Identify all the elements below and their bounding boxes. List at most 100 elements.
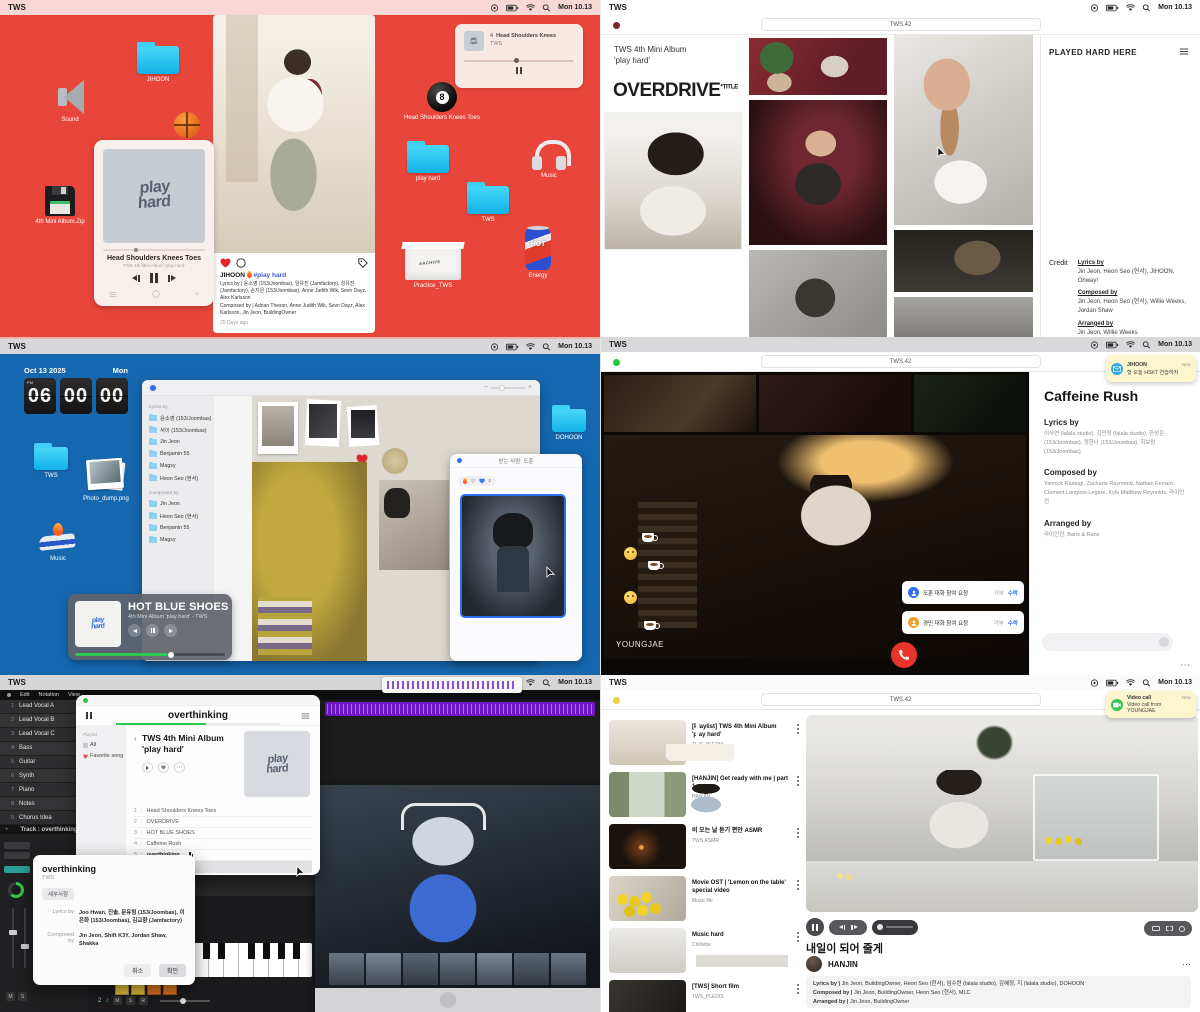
desktop-icon-music[interactable]: Music [518, 140, 580, 180]
menu-app-title[interactable]: TWS [8, 342, 26, 351]
track-item[interactable]: 1|Head Shoulders Knees Toes [134, 806, 312, 817]
video-list-item[interactable]: [Playlist] TWS 4th Mini Album 'play hard… [609, 720, 799, 766]
wifi-icon[interactable] [526, 343, 535, 351]
sidebar-item[interactable]: 윤소영 (153/Joombas) [149, 412, 214, 424]
music-widget[interactable]: play hard 4 Head Shoulders Knees TWS [455, 24, 583, 88]
wifi-icon[interactable] [1126, 679, 1135, 687]
sidebar-item[interactable]: Jin Jeon [149, 436, 214, 448]
video-list-item[interactable]: Movie OST | 'Lemon on the table' special… [609, 876, 799, 922]
search-icon[interactable] [1142, 679, 1151, 687]
more-options-icon[interactable] [797, 880, 799, 882]
queue-icon[interactable] [301, 712, 310, 720]
sidebar-item[interactable]: 서이 (153/Joombas) [149, 424, 214, 436]
confirm-button[interactable]: 확인 [159, 964, 186, 977]
favorite-button[interactable] [158, 762, 169, 773]
accept-button[interactable]: 수락 [1008, 619, 1018, 627]
join-request-toast[interactable]: 경민 대화 참여 요청 거부 수락 [902, 611, 1024, 634]
piano-keyboard[interactable] [194, 943, 312, 977]
video-list-item[interactable]: Music hardChillvibe [609, 928, 799, 974]
details-tab[interactable]: 세부사항 [42, 888, 74, 900]
wifi-icon[interactable] [1126, 341, 1135, 349]
menu-clock[interactable]: Mon 10.13 [1158, 341, 1192, 348]
photo-gray-strip[interactable] [894, 297, 1033, 337]
sidebar-item[interactable]: Magsy [149, 534, 214, 546]
menu-edit[interactable]: Edit [20, 692, 29, 698]
add-icon[interactable]: + [195, 291, 199, 298]
desktop-folder-tws[interactable]: TWS [26, 447, 76, 480]
volume-control[interactable] [872, 920, 918, 935]
more-options-icon[interactable] [797, 932, 799, 934]
reaction-pill[interactable]: ♪ [458, 476, 496, 486]
end-call-button[interactable] [891, 642, 917, 668]
playlist-item-favorite[interactable]: Favorite song [83, 753, 126, 759]
comment-icon[interactable] [236, 258, 246, 268]
back-chevron[interactable]: ‹ [134, 734, 137, 743]
photo-portrait-left[interactable] [604, 112, 742, 250]
menu-app-title[interactable]: TWS [609, 678, 627, 687]
call-thumbnail-2[interactable] [759, 375, 911, 432]
menu-app-title[interactable]: TWS [609, 340, 627, 349]
next-button[interactable] [168, 275, 176, 282]
fader-track[interactable] [12, 908, 14, 968]
record-button[interactable]: R [139, 996, 148, 1005]
app-logo[interactable] [7, 693, 11, 697]
track-item[interactable]: 4|Caffeine Rush [134, 839, 312, 850]
menu-clock[interactable]: Mon 10.13 [558, 343, 592, 350]
next-button[interactable] [164, 624, 177, 637]
desktop-icon-photodump[interactable]: Photo_dump.png [74, 459, 138, 503]
control-center-icon[interactable] [1090, 679, 1099, 687]
video-list-item[interactable]: [HANJIN] Get ready with me | part 1HANJI… [609, 772, 799, 818]
desktop-icon-zip[interactable]: 4th Mini Album.Zip [22, 186, 98, 226]
main-call-video[interactable]: YOUNGJAE 도훈 대화 참여 요청 거부 수락 경민 대화 참여 요청 거… [604, 435, 1026, 659]
search-icon[interactable] [1142, 4, 1151, 12]
menu-clock[interactable]: Mon 10.13 [558, 679, 592, 686]
fx-slot[interactable] [4, 852, 30, 859]
accept-button[interactable]: 수락 [1008, 589, 1018, 597]
channel-name[interactable]: HANJIN [828, 960, 858, 969]
volume-slider[interactable] [160, 1000, 210, 1002]
desktop-folder-tws[interactable]: TWS [455, 186, 521, 224]
channel-avatar[interactable] [806, 956, 822, 972]
sidebar-item[interactable]: Benjamin 55 [149, 522, 214, 534]
shared-photo[interactable] [460, 494, 566, 618]
view-mode-buttons[interactable] [1144, 921, 1192, 936]
window-dot[interactable] [613, 359, 620, 366]
join-request-toast[interactable]: 도훈 대화 참여 요청 거부 수락 [902, 581, 1024, 604]
decline-button[interactable]: 거부 [994, 619, 1004, 627]
cancel-button[interactable]: 취소 [124, 964, 151, 977]
tag-icon[interactable] [358, 258, 368, 268]
fader-handle[interactable] [9, 930, 17, 935]
desktop-icon-music-shoe[interactable]: Music [30, 527, 86, 563]
main-video-player[interactable] [806, 715, 1198, 912]
mute-button[interactable]: M [6, 992, 15, 1001]
zoom-slider[interactable]: −+ [484, 384, 532, 391]
message-input[interactable] [1042, 633, 1173, 651]
photo-red-room-2[interactable] [749, 100, 887, 245]
progress-track[interactable] [75, 653, 225, 656]
mute-button[interactable]: M [113, 996, 122, 1005]
video-list-item[interactable]: 비 오는 날 듣기 편안 ASMRTWS.ASMR [609, 824, 799, 870]
pause-button[interactable] [806, 918, 824, 936]
decline-button[interactable]: 거부 [994, 589, 1004, 597]
film-strip[interactable] [329, 953, 586, 985]
basketball-icon[interactable] [174, 112, 200, 138]
search-icon[interactable] [1142, 341, 1151, 349]
post-hashtag[interactable]: #play hard [254, 272, 287, 279]
desktop-folder-dohoon[interactable]: DOHOON [543, 409, 595, 442]
more-options-icon[interactable] [797, 724, 799, 726]
window-dot[interactable] [613, 22, 620, 29]
sidebar-item[interactable]: Heon Seo (현서) [149, 510, 214, 522]
fx-slot-active[interactable] [4, 866, 30, 873]
search-icon[interactable] [542, 343, 551, 351]
pause-button[interactable] [146, 624, 159, 637]
menu-app-title[interactable]: TWS [8, 678, 26, 687]
address-bar[interactable]: TWS.42 [761, 693, 1041, 706]
previous-button[interactable] [132, 275, 140, 282]
desktop-icon-energy[interactable]: HOT Energy [506, 228, 570, 280]
sidebar-item[interactable]: Magsy [149, 460, 214, 472]
more-options[interactable]: ⋯ [1182, 959, 1192, 970]
menu-clock[interactable]: Mon 10.13 [1158, 679, 1192, 686]
window-dot[interactable] [83, 698, 88, 703]
solo-button[interactable]: S [126, 996, 135, 1005]
progress-bar[interactable] [103, 249, 205, 251]
